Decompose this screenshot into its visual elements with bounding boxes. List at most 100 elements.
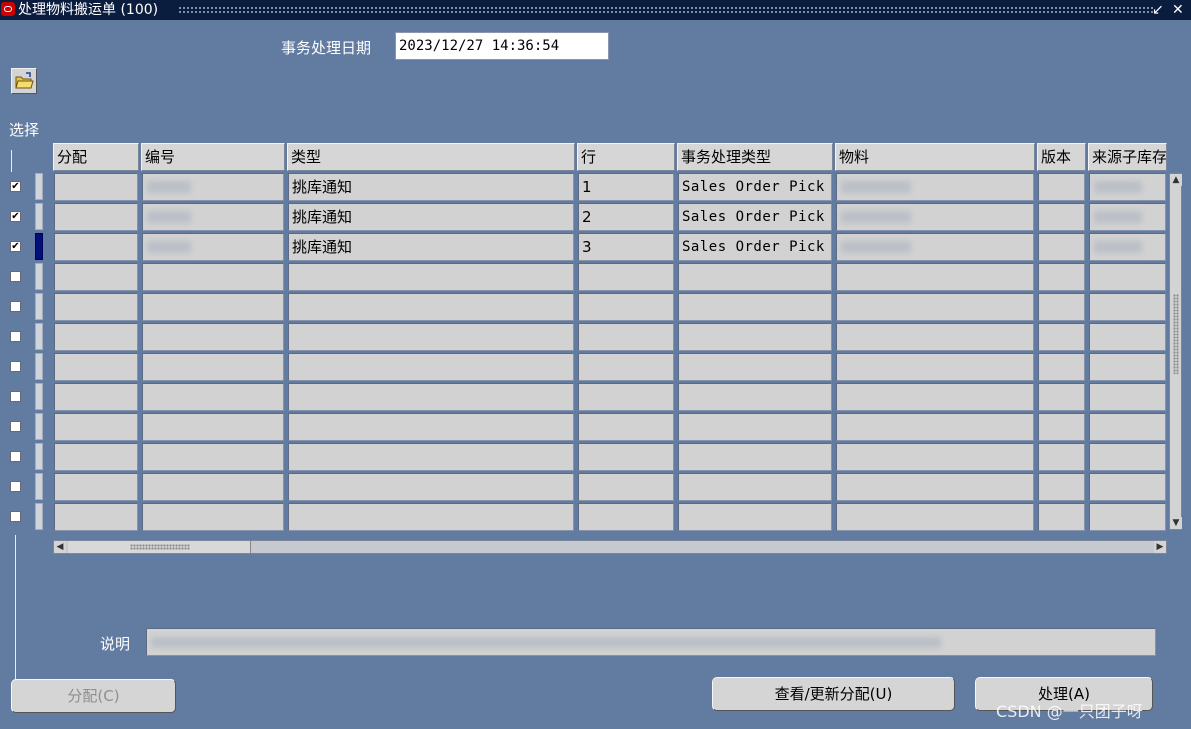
row-indicator[interactable] [35, 323, 43, 350]
table-cell[interactable] [1038, 503, 1085, 531]
table-cell[interactable] [54, 383, 138, 411]
table-cell[interactable] [54, 353, 138, 381]
table-cell[interactable] [288, 293, 574, 321]
table-cell[interactable] [288, 413, 574, 441]
row-indicator[interactable] [35, 383, 43, 410]
table-cell[interactable] [54, 413, 138, 441]
table-cell[interactable] [678, 413, 832, 441]
table-cell[interactable] [1038, 473, 1085, 501]
row-indicator[interactable] [35, 413, 43, 440]
row-indicator[interactable] [35, 293, 43, 320]
row-select-checkbox[interactable] [10, 421, 21, 432]
table-cell[interactable] [54, 443, 138, 471]
table-cell[interactable] [288, 323, 574, 351]
table-cell[interactable] [1089, 413, 1166, 441]
table-cell[interactable] [578, 413, 674, 441]
table-cell[interactable] [578, 323, 674, 351]
horizontal-scrollbar[interactable]: ◀ ▶ [53, 540, 1167, 554]
row-select-checkbox[interactable] [10, 391, 21, 402]
table-cell[interactable] [54, 233, 138, 261]
table-cell[interactable] [1038, 323, 1085, 351]
table-cell[interactable] [54, 203, 138, 231]
table-cell[interactable] [678, 473, 832, 501]
table-cell[interactable] [142, 353, 284, 381]
table-cell[interactable] [836, 413, 1034, 441]
table-cell[interactable] [1038, 383, 1085, 411]
table-cell[interactable] [142, 443, 284, 471]
table-cell[interactable] [142, 233, 284, 261]
table-cell[interactable]: 1 [578, 173, 674, 201]
table-cell[interactable] [578, 383, 674, 411]
table-cell[interactable]: 挑库通知 [288, 203, 574, 231]
transaction-date-field[interactable]: 2023/12/27 14:36:54 [395, 32, 609, 60]
table-cell[interactable] [578, 263, 674, 291]
table-cell[interactable] [142, 473, 284, 501]
table-cell[interactable] [1038, 293, 1085, 321]
table-cell[interactable] [578, 353, 674, 381]
table-cell[interactable] [1089, 233, 1166, 261]
table-cell[interactable]: 2 [578, 203, 674, 231]
table-cell[interactable] [836, 383, 1034, 411]
column-header-2[interactable]: 编号 [141, 143, 285, 171]
column-header-5[interactable]: 事务处理类型 [677, 143, 833, 171]
table-cell[interactable] [678, 443, 832, 471]
table-cell[interactable] [1038, 233, 1085, 261]
table-cell[interactable] [1089, 473, 1166, 501]
table-cell[interactable] [836, 173, 1034, 201]
table-cell[interactable]: Sales Order Pick [678, 233, 832, 261]
row-select-checkbox[interactable]: ✔ [10, 241, 21, 252]
table-cell[interactable] [288, 383, 574, 411]
table-cell[interactable] [288, 473, 574, 501]
row-indicator[interactable] [35, 443, 43, 470]
scroll-down-icon[interactable]: ▼ [1170, 517, 1182, 529]
table-cell[interactable] [836, 503, 1034, 531]
table-cell[interactable]: Sales Order Pick [678, 173, 832, 201]
view-update-allocation-button[interactable]: 查看/更新分配(U) [712, 677, 955, 711]
table-cell[interactable] [578, 443, 674, 471]
table-cell[interactable] [578, 473, 674, 501]
table-cell[interactable]: 挑库通知 [288, 173, 574, 201]
table-cell[interactable] [1089, 203, 1166, 231]
row-select-checkbox[interactable] [10, 481, 21, 492]
table-cell[interactable] [1038, 263, 1085, 291]
table-cell[interactable] [288, 503, 574, 531]
column-header-8[interactable]: 来源子库存 [1088, 143, 1167, 171]
scroll-up-icon[interactable]: ▲ [1170, 174, 1182, 186]
table-cell[interactable] [678, 503, 832, 531]
minimize-icon[interactable]: ↙ [1152, 1, 1164, 19]
table-cell[interactable] [578, 293, 674, 321]
table-cell[interactable] [142, 503, 284, 531]
row-indicator[interactable] [35, 353, 43, 380]
vertical-scrollbar[interactable]: ▲ ▼ [1169, 173, 1182, 530]
table-cell[interactable]: 挑库通知 [288, 233, 574, 261]
open-folder-button[interactable] [11, 68, 37, 94]
table-cell[interactable] [1089, 353, 1166, 381]
row-indicator[interactable] [35, 263, 43, 290]
table-cell[interactable] [678, 323, 832, 351]
table-cell[interactable] [288, 263, 574, 291]
table-cell[interactable] [1089, 263, 1166, 291]
row-select-checkbox[interactable] [10, 511, 21, 522]
table-cell[interactable] [1038, 353, 1085, 381]
table-cell[interactable] [1089, 323, 1166, 351]
scroll-right-icon[interactable]: ▶ [1154, 541, 1166, 553]
table-cell[interactable] [1089, 383, 1166, 411]
table-cell[interactable] [142, 383, 284, 411]
close-icon[interactable]: ✕ [1172, 1, 1184, 19]
table-cell[interactable] [142, 203, 284, 231]
table-cell[interactable] [288, 353, 574, 381]
table-cell[interactable] [678, 293, 832, 321]
row-indicator[interactable] [35, 503, 43, 530]
horizontal-scroll-thumb[interactable] [68, 541, 251, 553]
table-cell[interactable] [1038, 443, 1085, 471]
table-cell[interactable] [54, 293, 138, 321]
table-cell[interactable] [1038, 173, 1085, 201]
table-cell[interactable] [578, 503, 674, 531]
row-indicator[interactable] [35, 203, 43, 230]
table-cell[interactable] [1038, 203, 1085, 231]
table-cell[interactable] [836, 443, 1034, 471]
table-cell[interactable] [142, 413, 284, 441]
table-cell[interactable] [142, 263, 284, 291]
table-cell[interactable] [1089, 443, 1166, 471]
column-header-7[interactable]: 版本 [1037, 143, 1086, 171]
